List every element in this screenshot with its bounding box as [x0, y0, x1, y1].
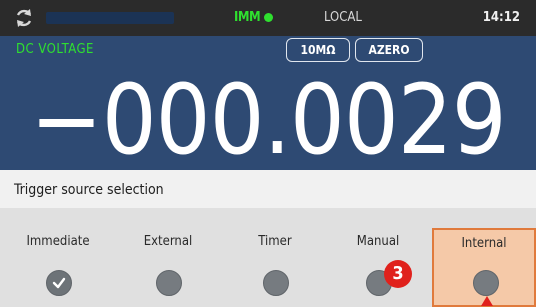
- trigger-source-panel: Trigger source selection Immediate Exter…: [0, 170, 536, 307]
- trigger-option-manual[interactable]: Manual: [330, 216, 426, 307]
- trigger-status-dot: [264, 13, 273, 22]
- panel-header: Trigger source selection: [0, 170, 536, 208]
- trigger-option-timer[interactable]: Timer: [227, 216, 323, 307]
- remote-state-label: LOCAL: [324, 10, 362, 25]
- progress-bar: [46, 12, 174, 24]
- trigger-option-external[interactable]: External: [120, 216, 216, 307]
- clock: 14:12: [482, 10, 520, 25]
- function-label: DC VOLTAGE: [16, 42, 94, 57]
- status-bar: IMM LOCAL 14:12: [0, 0, 536, 36]
- step-callout-badge: 3: [384, 260, 412, 288]
- option-label: Internal: [461, 236, 507, 251]
- refresh-icon[interactable]: [14, 8, 34, 28]
- option-label: Timer: [258, 234, 292, 249]
- pointer-arrow-icon: [481, 296, 493, 306]
- autozero-button[interactable]: AZERO: [355, 38, 423, 62]
- instrument-screen: IMM LOCAL 14:12 DC VOLTAGE 10MΩ AZERO −0…: [0, 0, 536, 307]
- trigger-mode-indicator: IMM: [234, 10, 261, 25]
- radio-button[interactable]: [46, 270, 72, 296]
- trigger-option-immediate[interactable]: Immediate: [10, 216, 106, 307]
- impedance-button[interactable]: 10MΩ: [286, 38, 350, 62]
- main-reading: −000.0029: [30, 64, 506, 176]
- option-label: Immediate: [26, 234, 90, 249]
- panel-title: Trigger source selection: [14, 182, 164, 198]
- option-label: Manual: [356, 234, 400, 249]
- radio-button[interactable]: [263, 270, 289, 296]
- radio-button[interactable]: [473, 270, 499, 296]
- radio-button[interactable]: [156, 270, 182, 296]
- checkmark-icon: [52, 277, 66, 289]
- option-label: External: [143, 234, 193, 249]
